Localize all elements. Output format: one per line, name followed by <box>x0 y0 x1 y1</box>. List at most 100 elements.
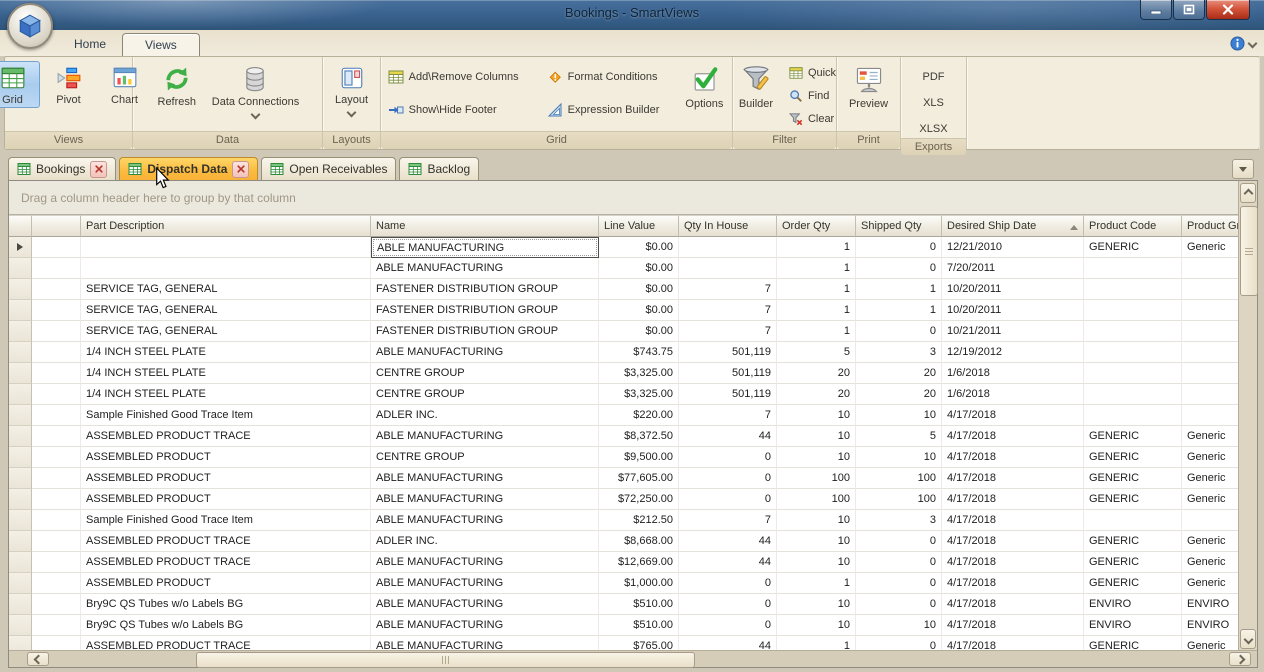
cell-shipped_qty[interactable]: 10 <box>856 447 942 468</box>
cell-blank[interactable] <box>32 573 81 594</box>
cell-ship_date[interactable]: 10/20/2011 <box>942 300 1084 321</box>
row-indicator[interactable] <box>9 384 32 405</box>
cell-order_qty[interactable]: 10 <box>777 426 856 447</box>
row-indicator[interactable] <box>9 342 32 363</box>
cell-blank[interactable] <box>32 531 81 552</box>
column-header-qty_in_house[interactable]: Qty In House <box>679 215 777 237</box>
find-button[interactable]: Find <box>785 86 840 105</box>
cell-shipped_qty[interactable]: 0 <box>856 237 942 258</box>
cell-name[interactable]: ABLE MANUFACTURING <box>371 594 599 615</box>
cell-line_value[interactable]: $12,669.00 <box>599 552 679 573</box>
scroll-up-button[interactable] <box>1240 183 1256 203</box>
row-indicator[interactable] <box>9 447 32 468</box>
cell-shipped_qty[interactable]: 3 <box>856 342 942 363</box>
cell-line_value[interactable]: $510.00 <box>599 594 679 615</box>
cell-line_value[interactable]: $0.00 <box>599 300 679 321</box>
close-button[interactable] <box>1206 0 1250 20</box>
filter-builder-button[interactable]: Builder <box>729 61 783 112</box>
cell-ship_date[interactable]: 4/17/2018 <box>942 510 1084 531</box>
cell-product[interactable] <box>1182 363 1240 384</box>
row-indicator[interactable] <box>9 468 32 489</box>
doc-tab-bookings[interactable]: Bookings <box>8 157 116 180</box>
cell-part[interactable]: SERVICE TAG, GENERAL <box>81 321 371 342</box>
cell-part[interactable]: ASSEMBLED PRODUCT TRACE <box>81 552 371 573</box>
cell-product[interactable] <box>1182 510 1240 531</box>
export-xlsx-button[interactable]: XLSX <box>909 119 957 138</box>
row-indicator[interactable] <box>9 426 32 447</box>
cell-qty_in_house[interactable]: 0 <box>679 594 777 615</box>
cell-blank[interactable] <box>32 321 81 342</box>
cell-blank[interactable] <box>32 510 81 531</box>
cell-line_value[interactable]: $72,250.00 <box>599 489 679 510</box>
tab-home[interactable]: Home <box>52 33 128 56</box>
cell-order_qty[interactable]: 1 <box>777 237 856 258</box>
cell-name[interactable]: CENTRE GROUP <box>371 363 599 384</box>
scroll-right-button[interactable] <box>1229 652 1251 666</box>
close-tab-button[interactable] <box>90 161 107 178</box>
row-indicator[interactable] <box>9 573 32 594</box>
cell-product[interactable] <box>1182 342 1240 363</box>
cell-product[interactable]: Generic <box>1182 447 1240 468</box>
column-header-shipped_qty[interactable]: Shipped Qty <box>856 215 942 237</box>
cell-blank[interactable] <box>32 552 81 573</box>
cell-line_value[interactable]: $9,500.00 <box>599 447 679 468</box>
cell-shipped_qty[interactable]: 0 <box>856 258 942 279</box>
row-indicator[interactable] <box>9 300 32 321</box>
cell-product[interactable]: Generic <box>1182 468 1240 489</box>
cell-shipped_qty[interactable]: 1 <box>856 300 942 321</box>
cell-shipped_qty[interactable]: 0 <box>856 321 942 342</box>
cell-blank[interactable] <box>32 405 81 426</box>
horizontal-scrollbar[interactable] <box>9 650 1257 667</box>
cell-line_value[interactable]: $220.00 <box>599 405 679 426</box>
cell-shipped_qty[interactable]: 10 <box>856 405 942 426</box>
cell-product[interactable]: Generic <box>1182 426 1240 447</box>
column-header-ship_date[interactable]: Desired Ship Date <box>942 215 1084 237</box>
data-connections-button[interactable]: Data Connections <box>206 61 305 120</box>
cell-part[interactable]: ASSEMBLED PRODUCT <box>81 447 371 468</box>
column-header-part[interactable]: Part Description <box>81 215 371 237</box>
cell-blank[interactable] <box>32 237 81 258</box>
cell-ship_date[interactable]: 4/17/2018 <box>942 615 1084 636</box>
cell-part[interactable]: 1/4 INCH STEEL PLATE <box>81 342 371 363</box>
cell-qty_in_house[interactable]: 7 <box>679 405 777 426</box>
layout-button[interactable]: Layout <box>325 61 379 118</box>
cell-name[interactable]: ADLER INC. <box>371 531 599 552</box>
cell-name[interactable]: FASTENER DISTRIBUTION GROUP <box>371 279 599 300</box>
cell-ship_date[interactable]: 4/17/2018 <box>942 447 1084 468</box>
cell-blank[interactable] <box>32 258 81 279</box>
cell-shipped_qty[interactable]: 0 <box>856 531 942 552</box>
cell-order_qty[interactable]: 5 <box>777 342 856 363</box>
cell-ship_date[interactable]: 4/17/2018 <box>942 426 1084 447</box>
cell-order_qty[interactable]: 1 <box>777 300 856 321</box>
cell-product_code[interactable]: ENVIRO <box>1084 594 1182 615</box>
cell-qty_in_house[interactable]: 44 <box>679 426 777 447</box>
cell-order_qty[interactable]: 10 <box>777 405 856 426</box>
cell-order_qty[interactable]: 20 <box>777 363 856 384</box>
cell-ship_date[interactable]: 10/21/2011 <box>942 321 1084 342</box>
cell-product[interactable]: Generic <box>1182 237 1240 258</box>
cell-blank[interactable] <box>32 615 81 636</box>
cell-line_value[interactable]: $212.50 <box>599 510 679 531</box>
cell-part[interactable]: ASSEMBLED PRODUCT TRACE <box>81 426 371 447</box>
expression-builder-button[interactable]: Expression Builder <box>541 98 666 122</box>
cell-order_qty[interactable]: 10 <box>777 552 856 573</box>
cell-blank[interactable] <box>32 594 81 615</box>
cell-ship_date[interactable]: 4/17/2018 <box>942 552 1084 573</box>
row-indicator[interactable] <box>9 531 32 552</box>
cell-name[interactable]: ABLE MANUFACTURING <box>371 615 599 636</box>
cell-qty_in_house[interactable]: 0 <box>679 468 777 489</box>
cell-product[interactable] <box>1182 384 1240 405</box>
row-indicator[interactable] <box>9 489 32 510</box>
cell-qty_in_house[interactable] <box>679 237 777 258</box>
cell-qty_in_house[interactable]: 0 <box>679 489 777 510</box>
cell-product[interactable] <box>1182 279 1240 300</box>
group-by-panel[interactable]: Drag a column header here to group by th… <box>9 181 1239 215</box>
cell-ship_date[interactable]: 1/6/2018 <box>942 384 1084 405</box>
horizontal-scroll-thumb[interactable] <box>196 652 695 668</box>
cell-blank[interactable] <box>32 489 81 510</box>
column-header-product_code[interactable]: Product Code <box>1084 215 1182 237</box>
row-indicator[interactable] <box>9 363 32 384</box>
cell-qty_in_house[interactable] <box>679 258 777 279</box>
cell-qty_in_house[interactable]: 0 <box>679 573 777 594</box>
cell-blank[interactable] <box>32 342 81 363</box>
